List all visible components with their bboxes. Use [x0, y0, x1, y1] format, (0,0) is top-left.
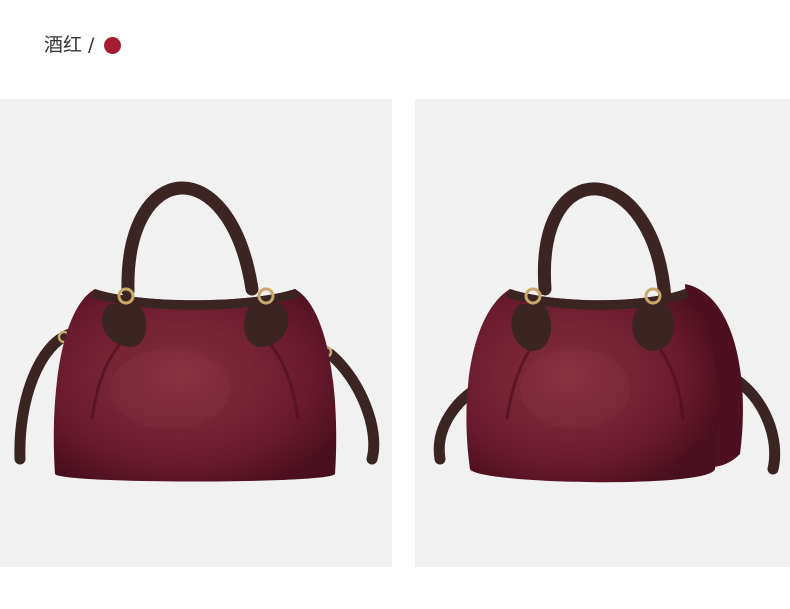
- color-name: 酒红: [44, 34, 83, 56]
- handbag-front-illustration: [14, 181, 380, 482]
- color-swatch-icon: [104, 36, 122, 54]
- shoulder-strap-right: [324, 348, 380, 465]
- handle-back: [121, 181, 259, 298]
- handbag-angle-illustration: [433, 182, 781, 483]
- color-label-row: 酒红 /: [44, 30, 122, 60]
- product-image-angle: [415, 99, 790, 567]
- separator: /: [88, 34, 95, 56]
- product-image-front: [0, 99, 392, 567]
